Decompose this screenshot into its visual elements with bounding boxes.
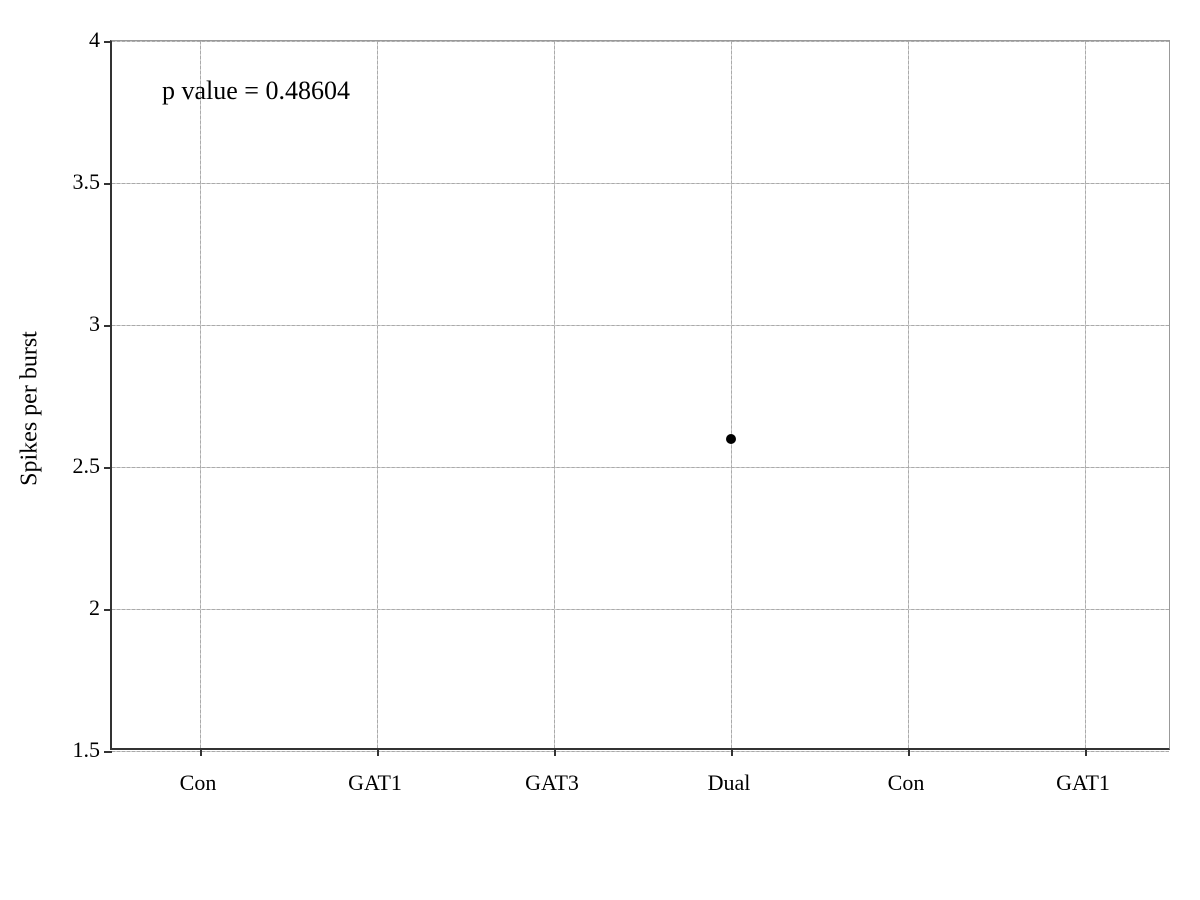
x-tick-label-gat1b: GAT1 <box>1056 770 1110 796</box>
chart-container: Spikes per burst 4 3.5 3 2.5 2 1.5 <box>0 0 1200 900</box>
grid-line-h-3-5 <box>112 183 1169 184</box>
x-tick-label-con1: Con <box>180 770 217 796</box>
p-value-annotation: p value = 0.48604 <box>162 76 350 106</box>
x-tick-mark-5 <box>1085 748 1087 756</box>
x-tick-label-gat3: GAT3 <box>525 770 579 796</box>
grid-line-h-1-5 <box>112 751 1169 752</box>
y-tick-4: 4 <box>89 27 100 53</box>
data-point-dual <box>726 434 736 444</box>
x-tick-label-dual: Dual <box>708 770 751 796</box>
grid-line-h-4 <box>112 41 1169 42</box>
y-tick-2-5: 2.5 <box>73 453 101 479</box>
y-tick-2: 2 <box>89 595 100 621</box>
x-tick-mark-2 <box>554 748 556 756</box>
x-tick-label-con2: Con <box>888 770 925 796</box>
x-tick-mark-3 <box>731 748 733 756</box>
x-tick-mark-1 <box>377 748 379 756</box>
x-tick-label-gat1: GAT1 <box>348 770 402 796</box>
y-tick-mark-3 <box>104 325 112 327</box>
y-tick-mark-2-5 <box>104 467 112 469</box>
y-axis-title: Spikes per burst <box>17 259 44 559</box>
plot-area: p value = 0.48604 <box>110 40 1170 750</box>
y-tick-mark-1-5 <box>104 751 112 753</box>
y-tick-mark-3-5 <box>104 183 112 185</box>
y-axis-labels: 4 3.5 3 2.5 2 1.5 <box>60 40 105 750</box>
grid-line-v-0 <box>200 41 201 748</box>
y-tick-mark-2 <box>104 609 112 611</box>
grid-line-v-2 <box>554 41 555 748</box>
x-tick-mark-4 <box>908 748 910 756</box>
y-tick-3-5: 3.5 <box>73 169 101 195</box>
y-tick-mark-4 <box>104 41 112 43</box>
y-tick-1-5: 1.5 <box>73 737 101 763</box>
grid-line-h-2 <box>112 609 1169 610</box>
grid-line-v-3 <box>731 41 732 748</box>
grid-line-v-1 <box>377 41 378 748</box>
x-tick-mark-0 <box>200 748 202 756</box>
grid-line-v-4 <box>908 41 909 748</box>
grid-line-h-3 <box>112 325 1169 326</box>
y-tick-3: 3 <box>89 311 100 337</box>
grid-line-h-2-5 <box>112 467 1169 468</box>
grid-line-v-5 <box>1085 41 1086 748</box>
x-axis-labels: Con GAT1 GAT3 Dual Con GAT1 <box>110 760 1170 810</box>
